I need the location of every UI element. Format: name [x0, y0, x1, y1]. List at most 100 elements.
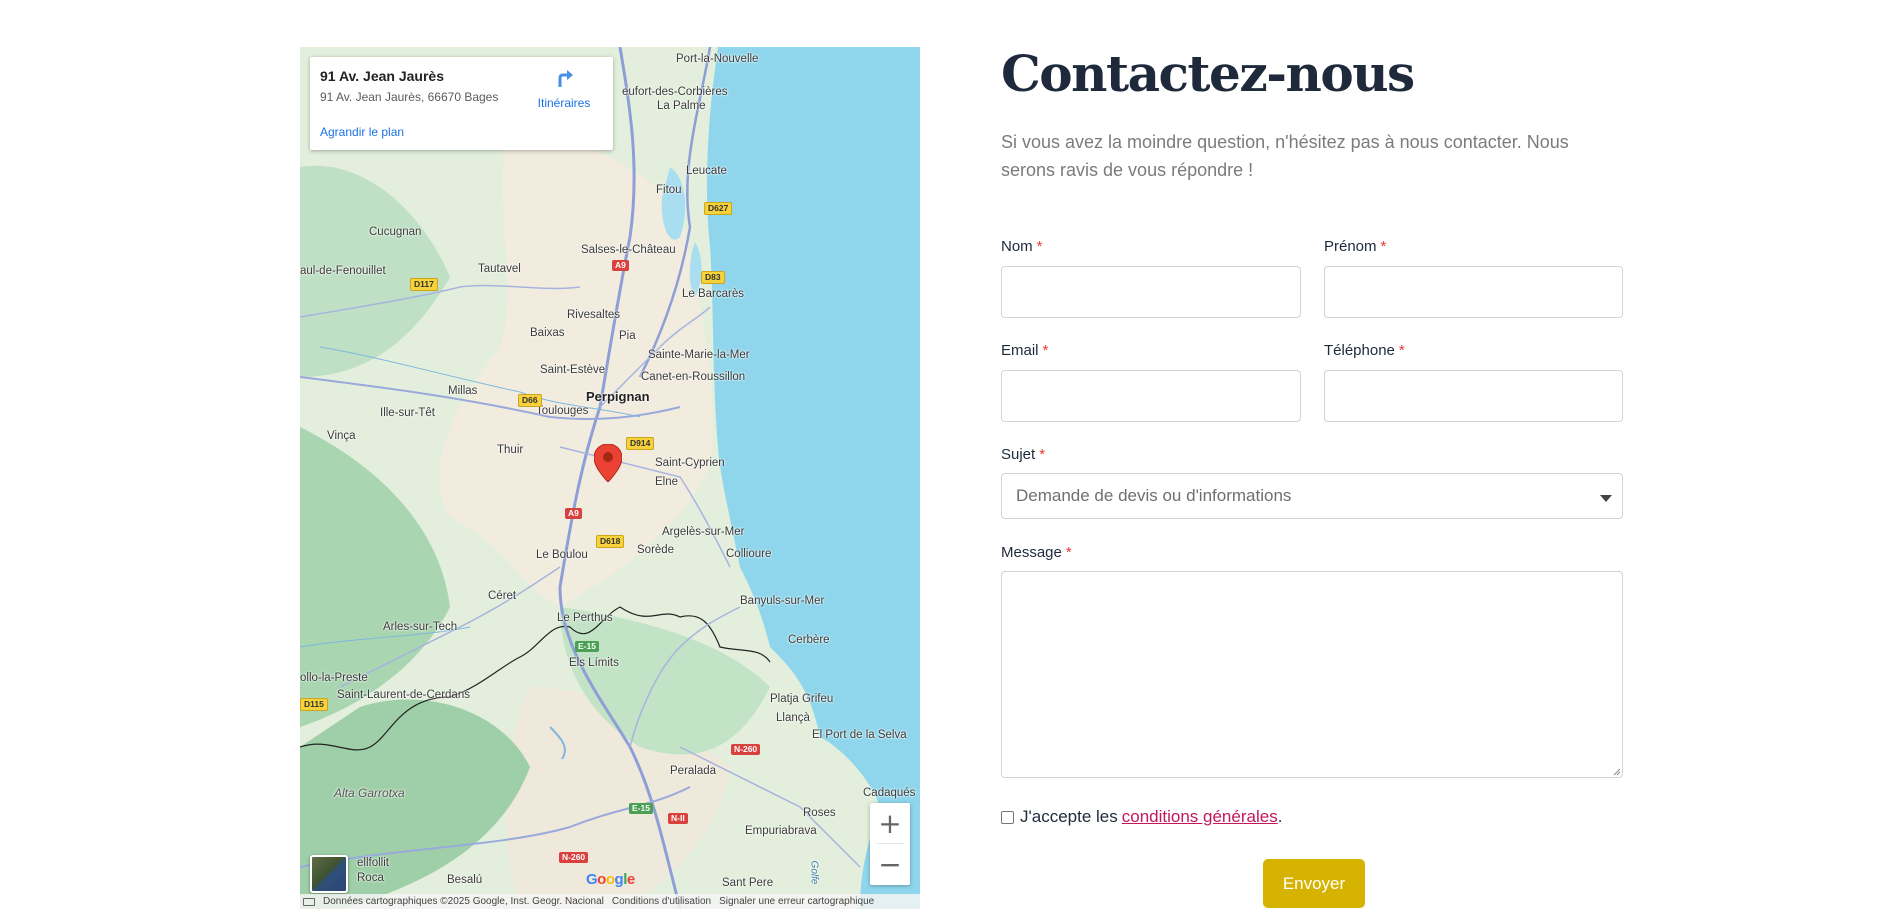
- map-place-label: Saint-Cyprien: [655, 457, 725, 469]
- terms-link[interactable]: conditions générales: [1122, 807, 1278, 827]
- map-terms-link[interactable]: Conditions d'utilisation: [612, 896, 711, 907]
- road-badge: D117: [410, 278, 438, 291]
- submit-button[interactable]: Envoyer: [1263, 859, 1365, 908]
- map-place-label: Besalú: [447, 874, 483, 886]
- page-title: Contactez-nous: [1001, 44, 1415, 103]
- map-place-label: Empuriabrava: [745, 825, 817, 837]
- map-place-label: Platja Grifeu: [770, 693, 834, 705]
- map-water-label: Golfe: [808, 860, 820, 885]
- telephone-input[interactable]: [1324, 370, 1623, 422]
- keyboard-icon[interactable]: [303, 897, 315, 906]
- road-badge: N-II: [668, 813, 688, 824]
- map-place-label: aul-de-Fenouillet: [300, 265, 386, 277]
- map-place-label: Saint-Estève: [540, 364, 606, 376]
- road-badge: N-260: [731, 744, 761, 755]
- map-place-label: Ille-sur-Têt: [380, 407, 435, 419]
- road-badge: A9: [612, 260, 629, 271]
- message-label-text: Message: [1001, 544, 1062, 561]
- map-data-attribution: Données cartographiques ©2025 Google, In…: [323, 896, 604, 907]
- satellite-view-toggle[interactable]: [310, 855, 348, 893]
- road-badge: N-260: [559, 852, 589, 863]
- zoom-in-button[interactable]: +: [870, 803, 910, 843]
- telephone-label: Téléphone *: [1324, 342, 1405, 359]
- map-place-label: Canet-en-Roussillon: [641, 371, 746, 383]
- map-place-label: Argelès-sur-Mer: [662, 526, 745, 538]
- consent-suffix: .: [1277, 807, 1283, 826]
- map-place-label: Els Límits: [569, 657, 619, 669]
- location-pin-icon[interactable]: [594, 444, 622, 482]
- embedded-map[interactable]: Port-la-Nouvelle eufort-des-Corbières La…: [300, 47, 920, 909]
- email-label: Email *: [1001, 342, 1048, 359]
- map-place-label: Salses-le-Château: [581, 244, 676, 256]
- message-label: Message *: [1001, 544, 1072, 561]
- required-mark: *: [1380, 238, 1387, 255]
- enlarge-map-link[interactable]: Agrandir le plan: [320, 125, 404, 139]
- zoom-control: + −: [870, 803, 910, 885]
- road-badge: D115: [300, 698, 328, 711]
- map-place-label: Perpignan: [586, 389, 650, 404]
- map-place-label: Collioure: [726, 548, 772, 560]
- directions-icon: [558, 70, 573, 87]
- map-place-label: Le Perthus: [557, 612, 613, 624]
- map-place-label: Leucate: [686, 165, 727, 177]
- directions-label: Itinéraires: [537, 96, 591, 110]
- map-place-label: Baixas: [530, 327, 565, 339]
- map-place-label: Port-la-Nouvelle: [676, 53, 759, 65]
- email-label-text: Email: [1001, 342, 1039, 359]
- map-place-label: Sainte-Marie-la-Mer: [648, 349, 750, 361]
- map-info-card: 91 Av. Jean Jaurès 91 Av. Jean Jaurès, 6…: [310, 57, 613, 150]
- road-badge: E-15: [575, 641, 599, 652]
- map-place-label: ellfollit: [357, 857, 389, 869]
- map-place-label: Toulouges: [536, 405, 589, 417]
- consent-row: J'accepte les conditions générales .: [1001, 807, 1282, 827]
- required-mark: *: [1042, 342, 1049, 359]
- map-place-label: Roses: [803, 807, 836, 819]
- required-mark: *: [1039, 446, 1046, 463]
- map-place-label: Millas: [448, 385, 478, 397]
- map-place-label: Sorède: [637, 544, 675, 556]
- consent-checkbox[interactable]: [1001, 810, 1014, 824]
- required-mark: *: [1036, 238, 1043, 255]
- map-place-label: Cadaqués: [863, 787, 916, 799]
- map-place-label: ollo-la-Preste: [300, 672, 368, 684]
- prenom-label: Prénom *: [1324, 238, 1386, 255]
- consent-text: J'accepte les: [1020, 807, 1118, 826]
- road-badge: A9: [565, 508, 582, 519]
- nom-input[interactable]: [1001, 266, 1301, 318]
- email-input[interactable]: [1001, 370, 1301, 422]
- required-mark: *: [1398, 342, 1405, 359]
- map-place-label: Peralada: [670, 765, 717, 777]
- map-place-label: Rivesaltes: [567, 309, 621, 321]
- sujet-label: Sujet *: [1001, 446, 1045, 463]
- road-badge: D627: [704, 202, 733, 215]
- road-badge: D618: [596, 535, 625, 548]
- map-attribution-bar: Données cartographiques ©2025 Google, In…: [300, 894, 920, 909]
- sujet-label-text: Sujet: [1001, 446, 1036, 463]
- prenom-input[interactable]: [1324, 266, 1623, 318]
- map-place-label: Cucugnan: [369, 226, 422, 238]
- nom-label: Nom *: [1001, 238, 1043, 255]
- map-report-error-link[interactable]: Signaler une erreur cartographique: [719, 896, 874, 907]
- map-place-label: Céret: [488, 590, 517, 602]
- map-place-label: Cerbère: [788, 634, 830, 646]
- directions-button[interactable]: Itinéraires: [529, 67, 599, 110]
- intro-text: Si vous avez la moindre question, n'hési…: [1001, 132, 1569, 180]
- chevron-down-icon: [1600, 495, 1612, 502]
- sujet-select[interactable]: Demande de devis ou d'informations: [1001, 473, 1623, 519]
- road-badge: E-15: [629, 803, 653, 814]
- map-place-label: Pia: [619, 330, 636, 342]
- map-place-label: eufort-des-Corbières: [622, 86, 728, 98]
- zoom-out-button[interactable]: −: [870, 844, 910, 884]
- map-region-label: Alta Garrotxa: [334, 786, 405, 800]
- map-place-label: Arles-sur-Tech: [383, 621, 458, 633]
- map-place-label: Vinça: [327, 430, 356, 442]
- road-badge: D914: [626, 437, 655, 450]
- map-place-label: Thuir: [497, 444, 524, 456]
- map-place-label: Le Boulou: [536, 549, 588, 561]
- map-place-label: Fitou: [656, 184, 682, 196]
- prenom-label-text: Prénom: [1324, 238, 1377, 255]
- resize-handle-icon[interactable]: [1613, 768, 1621, 776]
- map-place-label: Llançà: [776, 712, 810, 724]
- map-place-label: Le Barcarès: [682, 288, 745, 300]
- message-textarea[interactable]: [1001, 571, 1623, 778]
